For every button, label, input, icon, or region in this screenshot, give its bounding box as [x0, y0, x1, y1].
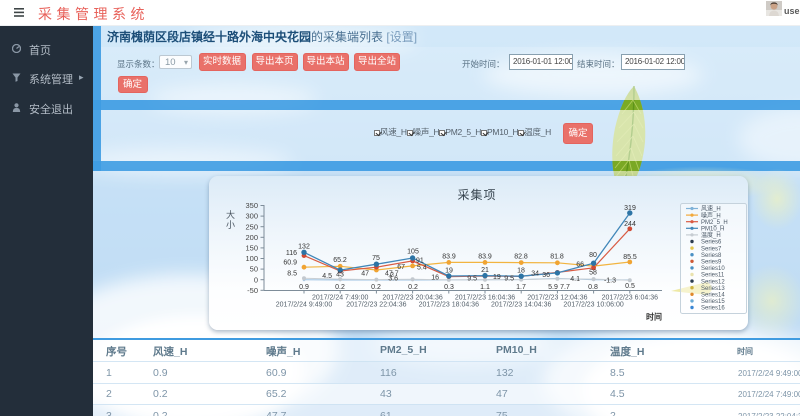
svg-text:105: 105 — [407, 249, 419, 256]
svg-text:Series10: Series10 — [701, 266, 725, 272]
svg-text:0.9: 0.9 — [299, 284, 309, 291]
svg-text:温度_H: 温度_H — [701, 231, 721, 239]
svg-text:0.2: 0.2 — [371, 284, 381, 291]
svg-text:0: 0 — [254, 275, 258, 284]
svg-text:75: 75 — [372, 255, 380, 262]
svg-text:Series6: Series6 — [701, 240, 722, 246]
svg-text:2017/2/23 12:04:36: 2017/2/23 12:04:36 — [527, 295, 587, 302]
svg-text:Series13: Series13 — [701, 286, 725, 292]
svg-text:350: 350 — [245, 201, 258, 210]
svg-text:噪声_H: 噪声_H — [701, 211, 721, 219]
svg-text:Series12: Series12 — [701, 279, 725, 285]
svg-text:200: 200 — [245, 233, 258, 242]
svg-text:82.8: 82.8 — [514, 254, 528, 261]
svg-text:116: 116 — [286, 250, 297, 257]
svg-text:2017/2/24 7:49:00: 2017/2/24 7:49:00 — [312, 295, 369, 302]
svg-text:9.5: 9.5 — [467, 276, 477, 283]
svg-text:132: 132 — [298, 244, 310, 251]
svg-text:时间: 时间 — [646, 312, 662, 322]
svg-text:34: 34 — [531, 271, 539, 278]
svg-text:Series8: Series8 — [701, 253, 722, 259]
svg-text:Series14: Series14 — [701, 293, 725, 299]
svg-text:58: 58 — [589, 270, 597, 277]
svg-text:36: 36 — [542, 272, 550, 279]
svg-text:50: 50 — [250, 265, 258, 274]
svg-text:2017/2/23 14:04:36: 2017/2/23 14:04:36 — [491, 302, 551, 309]
svg-text:7.7: 7.7 — [560, 284, 570, 291]
svg-text:18: 18 — [517, 268, 525, 275]
svg-text:67: 67 — [397, 264, 405, 271]
svg-text:80: 80 — [589, 252, 597, 259]
svg-text:4.5: 4.5 — [322, 273, 332, 280]
svg-text:2017/2/23 20:04:36: 2017/2/23 20:04:36 — [382, 295, 442, 302]
svg-text:85.5: 85.5 — [623, 254, 637, 261]
svg-text:2017/2/23 6:04:36: 2017/2/23 6:04:36 — [602, 295, 659, 302]
svg-text:65.2: 65.2 — [333, 257, 347, 264]
svg-text:19: 19 — [493, 274, 501, 281]
svg-text:-50: -50 — [247, 286, 258, 295]
svg-text:Series9: Series9 — [701, 260, 722, 266]
svg-text:2017/2/23 10:06:00: 2017/2/23 10:06:00 — [563, 302, 623, 309]
svg-text:Series11: Series11 — [701, 273, 725, 279]
svg-text:2017/2/23 16:04:36: 2017/2/23 16:04:36 — [455, 295, 515, 302]
svg-text:PM10_H: PM10_H — [701, 227, 724, 233]
svg-text:21: 21 — [481, 267, 489, 274]
svg-text:风速_H: 风速_H — [701, 206, 721, 213]
svg-text:2017/2/23 18:04:36: 2017/2/23 18:04:36 — [419, 302, 479, 309]
svg-text:1.7: 1.7 — [516, 284, 526, 291]
svg-text:0.3: 0.3 — [444, 284, 454, 291]
svg-text:Series15: Series15 — [701, 299, 725, 305]
svg-text:83.9: 83.9 — [442, 254, 456, 261]
svg-text:100: 100 — [245, 254, 258, 263]
svg-text:300: 300 — [245, 212, 258, 221]
svg-text:Series16: Series16 — [701, 306, 725, 312]
svg-text:大: 大 — [226, 209, 235, 220]
svg-text:81.8: 81.8 — [550, 254, 564, 261]
svg-text:2017/2/23 22:04:36: 2017/2/23 22:04:36 — [346, 302, 406, 309]
svg-text:250: 250 — [245, 222, 258, 231]
svg-text:采集项: 采集项 — [457, 187, 496, 202]
svg-text:60.9: 60.9 — [283, 260, 297, 267]
svg-text:47: 47 — [361, 271, 369, 278]
svg-text:3.6: 3.6 — [388, 276, 398, 283]
svg-text:0.5: 0.5 — [625, 283, 635, 290]
svg-text:Series7: Series7 — [701, 246, 722, 252]
svg-text:319: 319 — [624, 205, 636, 212]
svg-text:2017/2/24 9:49:00: 2017/2/24 9:49:00 — [276, 302, 333, 309]
svg-text:PM2_5_H: PM2_5_H — [701, 220, 728, 226]
svg-text:-1.3: -1.3 — [604, 278, 616, 285]
svg-text:16: 16 — [431, 275, 439, 282]
svg-text:19: 19 — [445, 268, 453, 275]
svg-text:1.1: 1.1 — [480, 284, 490, 291]
svg-text:66: 66 — [576, 262, 584, 269]
svg-text:244: 244 — [624, 221, 636, 228]
svg-text:0.8: 0.8 — [588, 284, 598, 291]
svg-text:5.9: 5.9 — [548, 284, 558, 291]
svg-text:0.2: 0.2 — [408, 284, 418, 291]
svg-text:91: 91 — [416, 258, 424, 265]
svg-text:150: 150 — [245, 244, 258, 253]
svg-text:43: 43 — [336, 272, 344, 279]
svg-text:9.5: 9.5 — [504, 276, 514, 283]
svg-text:4.1: 4.1 — [570, 276, 580, 283]
svg-text:83.9: 83.9 — [478, 254, 492, 261]
svg-text:8.5: 8.5 — [287, 271, 297, 278]
svg-text:5.4: 5.4 — [417, 265, 427, 272]
svg-text:小: 小 — [226, 220, 235, 230]
svg-text:0.2: 0.2 — [335, 284, 345, 291]
